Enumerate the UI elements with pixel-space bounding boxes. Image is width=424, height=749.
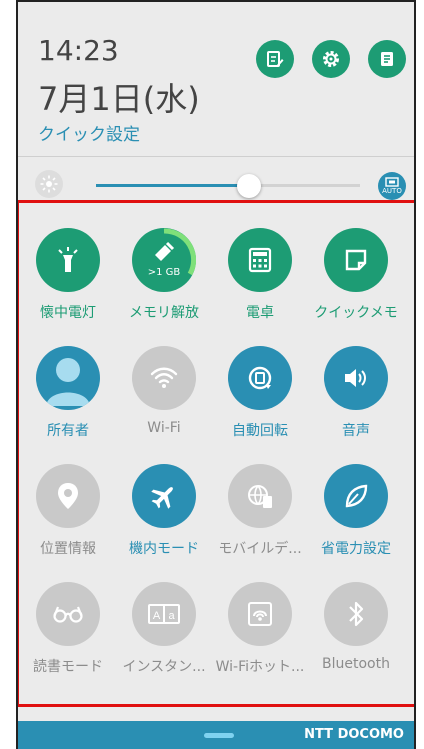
tile-auto-rotate[interactable]: 自動回転 — [210, 334, 310, 444]
auto-brightness-icon — [385, 177, 399, 187]
tile-wifi-hotspot[interactable]: Wi-Fiホット... — [210, 570, 310, 680]
tile-button[interactable]: Aa — [132, 582, 196, 646]
airplane-icon — [149, 481, 179, 511]
wifi-hotspot-icon — [246, 600, 274, 628]
tile-button[interactable] — [36, 464, 100, 528]
tile-button[interactable] — [324, 464, 388, 528]
tile-volume[interactable]: 音声 — [306, 334, 406, 444]
brightness-icon — [35, 170, 63, 198]
tile-label: 機内モード — [129, 541, 199, 557]
brightness-slider-thumb[interactable] — [237, 174, 262, 198]
svg-text:A: A — [153, 610, 161, 622]
tile-label: 位置情報 — [40, 541, 96, 557]
tile-flashlight[interactable]: 懐中電灯 — [18, 216, 118, 326]
date: 7月1日(水) — [38, 80, 200, 118]
drag-handle[interactable] — [204, 733, 234, 738]
tile-button[interactable] — [36, 582, 100, 646]
tile-memory-clean[interactable]: >1 GB メモリ解放 — [114, 216, 214, 326]
tile-button[interactable] — [36, 346, 100, 410]
edit-button[interactable] — [256, 40, 294, 78]
tile-quick-memo[interactable]: クイックメモ — [306, 216, 406, 326]
tile-button[interactable] — [228, 228, 292, 292]
bluetooth-icon — [345, 599, 367, 629]
tile-button[interactable] — [36, 228, 100, 292]
auto-brightness-label: AUTO — [382, 187, 402, 195]
tile-button[interactable] — [324, 228, 388, 292]
edit-icon — [267, 51, 284, 67]
calculator-icon — [247, 247, 273, 273]
tile-button[interactable] — [132, 464, 196, 528]
wifi-icon — [149, 365, 179, 391]
tile-calculator[interactable]: 電卓 — [210, 216, 310, 326]
tile-button[interactable] — [228, 464, 292, 528]
tile-button[interactable] — [132, 346, 196, 410]
reading-mode-icon — [52, 604, 84, 624]
power-saving-icon — [342, 482, 370, 510]
quick-memo-icon — [343, 247, 369, 273]
tile-button[interactable] — [324, 582, 388, 646]
svg-text:a: a — [168, 610, 175, 622]
tile-label: 読書モード — [33, 659, 103, 675]
notes-icon — [381, 52, 393, 66]
notes-button[interactable] — [368, 40, 406, 78]
brightness-slider[interactable] — [96, 174, 360, 198]
tile-label: 所有者 — [47, 423, 89, 439]
memory-usage-ring — [163, 228, 196, 276]
tile-button[interactable] — [228, 582, 292, 646]
clock: 14:23 — [38, 34, 119, 67]
tile-mobile-data[interactable]: モバイルデ... — [210, 452, 310, 562]
settings-button[interactable] — [312, 40, 350, 78]
tile-label: メモリ解放 — [129, 305, 199, 321]
auto-brightness-button[interactable]: AUTO — [378, 172, 406, 200]
tile-airplane[interactable]: 機内モード — [114, 452, 214, 562]
header-divider — [18, 156, 414, 157]
tile-label: モバイルデ... — [218, 541, 302, 557]
tile-owner-avatar[interactable]: 所有者 — [18, 334, 118, 444]
tile-button[interactable] — [228, 346, 292, 410]
tile-power-saving[interactable]: 省電力設定 — [306, 452, 406, 562]
tile-label: インスタン... — [122, 659, 206, 675]
tile-label: Wi-Fiホット... — [215, 659, 305, 675]
tile-label: Bluetooth — [322, 656, 390, 672]
tile-label: 自動回転 — [232, 423, 288, 439]
bottom-bar: NTT DOCOMO — [18, 721, 414, 749]
tile-instant-dictionary[interactable]: Aa インスタン... — [114, 570, 214, 680]
tile-label: 省電力設定 — [321, 541, 391, 557]
tile-label: Wi-Fi — [147, 420, 181, 436]
tile-label: クイックメモ — [314, 305, 398, 321]
tile-wifi[interactable]: Wi-Fi — [114, 334, 214, 444]
quick-settings-panel: 14:23 7月1日(水) クイック設定 AUTO 懐中電灯 >1 GB メモリ… — [16, 0, 416, 749]
memory-badge: >1 GB — [147, 267, 181, 278]
tile-button[interactable] — [324, 346, 388, 410]
flashlight-icon — [53, 245, 83, 275]
brightness-slider-fill — [96, 184, 250, 187]
tile-label: 音声 — [342, 423, 370, 439]
quick-settings-link[interactable]: クイック設定 — [38, 120, 140, 145]
auto-rotate-icon — [246, 364, 274, 392]
mobile-data-icon — [245, 481, 275, 511]
tile-location[interactable]: 位置情報 — [18, 452, 118, 562]
location-icon — [56, 481, 80, 511]
tile-label: 電卓 — [246, 305, 274, 321]
tile-bluetooth[interactable]: Bluetooth — [306, 570, 406, 680]
volume-icon — [342, 365, 370, 391]
instant-dictionary-icon: Aa — [147, 602, 181, 626]
tile-reading-mode[interactable]: 読書モード — [18, 570, 118, 680]
tile-button[interactable]: >1 GB — [132, 228, 196, 292]
gear-icon — [323, 51, 339, 67]
owner-avatar-icon — [36, 346, 100, 410]
carrier-label: NTT DOCOMO — [304, 727, 404, 742]
tile-label: 懐中電灯 — [40, 305, 96, 321]
